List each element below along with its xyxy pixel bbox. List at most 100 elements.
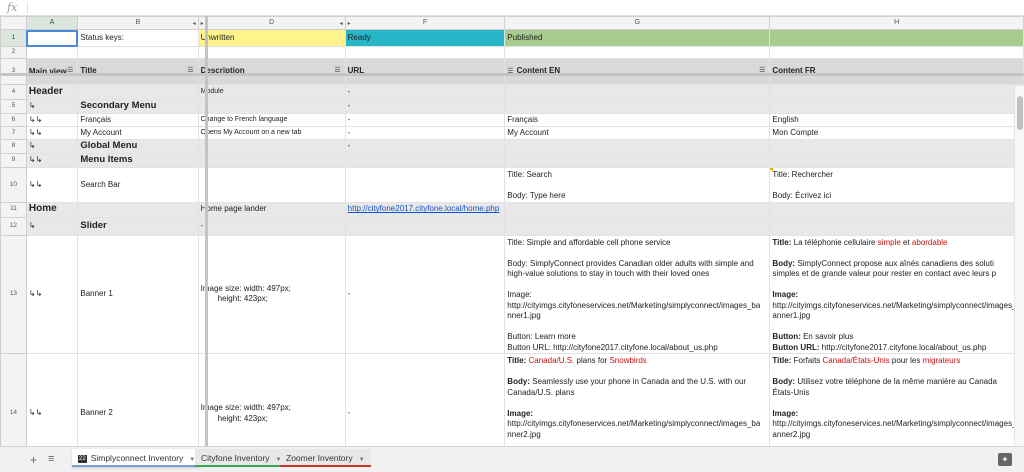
header-description[interactable]: Description ☰ (197, 58, 346, 85)
cell-main-view[interactable]: ↳↳ (25, 167, 79, 203)
column-header-f[interactable]: ▸ F (344, 16, 506, 30)
cell-description[interactable] (197, 153, 346, 168)
cell-url[interactable] (344, 153, 506, 168)
row-header[interactable]: 4 (0, 84, 27, 100)
row-header[interactable]: 12 (0, 216, 27, 236)
explore-icon[interactable]: ✦ (998, 453, 1012, 466)
cell-content-en[interactable]: Français (504, 113, 771, 127)
cell-main-view[interactable]: Header (25, 84, 79, 100)
row-header[interactable]: 5 (0, 99, 27, 114)
row-header[interactable]: 3 (0, 58, 27, 85)
cell-url[interactable]: - (344, 126, 506, 140)
cell-content-fr[interactable] (769, 201, 1024, 218)
cell-description[interactable]: Module (197, 84, 346, 100)
row-header[interactable]: 14 (0, 353, 27, 446)
cell-title[interactable] (77, 84, 199, 100)
cell-content-fr[interactable] (769, 99, 1024, 114)
cell-content-fr[interactable]: Mon Compte (769, 126, 1024, 140)
cell-title[interactable]: Search Bar (77, 167, 199, 203)
cell-content-fr[interactable]: Title: Forfaits Canada/États-Unis pour l… (769, 353, 1024, 446)
cell-description[interactable] (197, 167, 346, 203)
comment-marker-icon[interactable] (770, 168, 774, 172)
cell-main-view[interactable]: Home (25, 201, 79, 218)
cell-description[interactable]: Change to French language (197, 113, 346, 127)
cell-content-en[interactable] (504, 84, 771, 100)
cell-description[interactable]: Opens My Account on a new tab (197, 126, 346, 140)
cell-content-fr[interactable] (769, 153, 1024, 168)
cell-content-fr[interactable]: Title: La téléphonie cellulaire simple e… (769, 234, 1024, 354)
row-header[interactable]: 13 (0, 234, 27, 354)
cell-main-view[interactable]: ↳↳ (25, 234, 79, 354)
row-header[interactable]: 6 (0, 113, 27, 127)
hidden-columns-left-arrow[interactable]: ◂ (340, 19, 343, 29)
cell-content-en[interactable]: Title: Search Body: Type here (504, 167, 771, 203)
vertical-scroll-thumb[interactable] (1017, 96, 1023, 130)
header-main-view[interactable]: Main view ☰ (25, 58, 79, 85)
cell-description[interactable]: Image size: width: 497px; height: 423px; (197, 234, 346, 354)
hidden-columns-right-arrow[interactable]: ▸ (348, 19, 351, 29)
cell[interactable] (344, 46, 506, 59)
header-content-fr[interactable]: Content FR (769, 58, 1024, 85)
row-header[interactable]: 1 (0, 29, 27, 47)
cell-title[interactable]: Slider (77, 216, 199, 236)
cell-title[interactable]: Global Menu (77, 139, 199, 154)
menu-icon[interactable]: ≡ (48, 453, 54, 465)
cell-content-en[interactable] (504, 99, 771, 114)
cell[interactable] (769, 46, 1024, 59)
cell-url[interactable] (344, 167, 506, 203)
cell-title[interactable]: Secondary Menu (77, 99, 199, 114)
frozen-columns-divider[interactable] (205, 16, 208, 446)
cell-content-fr[interactable] (769, 216, 1024, 236)
row-header[interactable]: 11 (0, 201, 27, 218)
cell-description[interactable] (197, 99, 346, 114)
row-header[interactable]: 9 (0, 153, 27, 168)
cell-url[interactable]: - (344, 234, 506, 354)
cell-main-view[interactable]: ↳↳ (25, 353, 79, 446)
cell-url[interactable] (344, 216, 506, 236)
column-header-a[interactable]: A (25, 16, 79, 30)
cell-main-view[interactable]: ↳↳ (25, 126, 79, 140)
cell[interactable] (197, 46, 346, 59)
chevron-down-icon[interactable]: ▼ (359, 457, 365, 463)
url-link[interactable]: http://cityfone2017.cityfone.local/home.… (344, 201, 506, 218)
vertical-scrollbar[interactable] (1014, 86, 1024, 446)
cell-content-fr[interactable]: English (769, 113, 1024, 127)
frozen-rows-divider[interactable] (0, 73, 1024, 76)
cell-content-fr[interactable] (769, 139, 1024, 154)
cell-description[interactable]: Image size: width: 497px; height: 423px; (197, 353, 346, 446)
cell-description[interactable]: - (197, 216, 346, 236)
cell-main-view[interactable]: ↳ (25, 99, 79, 114)
cell-content-fr[interactable] (769, 84, 1024, 100)
cell-title[interactable] (77, 201, 199, 218)
cell-content-en[interactable] (504, 153, 771, 168)
cell-title[interactable]: Menu Items (77, 153, 199, 168)
cell-content-fr[interactable]: Title: Rechercher Body: Écrivez ici (769, 167, 1024, 203)
tab-zoomer-inventory[interactable]: Zoomer Inventory ▼ (280, 449, 371, 467)
cell-title[interactable]: Banner 2 (77, 353, 199, 446)
row-header[interactable]: 10 (0, 167, 27, 203)
status-unwritten[interactable]: Unwritten (197, 29, 346, 47)
cell-url[interactable]: - (344, 99, 506, 114)
header-title[interactable]: Title ☰ (77, 58, 199, 85)
cell-main-view[interactable]: ↳↳ (25, 153, 79, 168)
cell-content-en[interactable] (504, 216, 771, 236)
cell[interactable] (504, 46, 771, 59)
header-url[interactable]: URL (344, 58, 506, 85)
spreadsheet-grid[interactable]: A B ◂ ▸ D ◂ ▸ F G H 1 Status keys: Unwritten… (0, 16, 1024, 446)
cell[interactable] (77, 46, 199, 59)
cell-title[interactable]: My Account (77, 126, 199, 140)
cell-content-en[interactable] (504, 139, 771, 154)
column-header-b[interactable]: B ◂ (77, 16, 199, 30)
row-header[interactable]: 8 (0, 139, 27, 154)
column-header-g[interactable]: G (504, 16, 771, 30)
tab-simplyconnect-inventory[interactable]: 22 Simplyconnect Inventory ▼ (72, 449, 202, 467)
cell-url[interactable]: - (344, 113, 506, 127)
hidden-columns-left-arrow[interactable]: ◂ (193, 19, 196, 29)
cell-title[interactable]: Banner 1 (77, 234, 199, 354)
select-all-corner[interactable] (0, 16, 27, 30)
column-header-h[interactable]: H (769, 16, 1024, 30)
cell-description[interactable] (197, 139, 346, 154)
cell-description[interactable]: Home page lander (197, 201, 346, 218)
status-keys-label[interactable]: Status keys: (77, 29, 199, 47)
status-ready[interactable]: Ready (344, 29, 506, 47)
